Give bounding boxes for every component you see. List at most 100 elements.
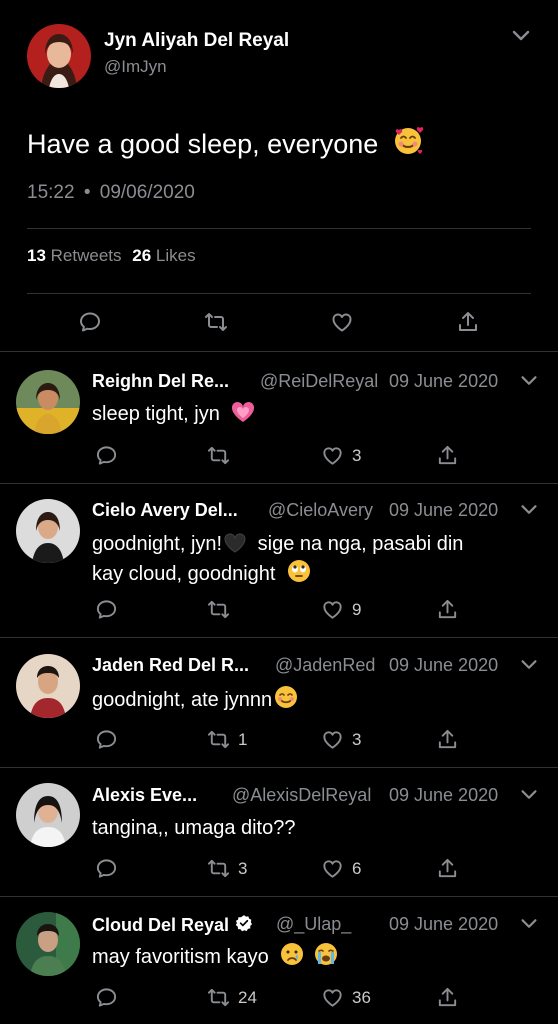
share-button[interactable] [436,857,459,880]
reply-text-row: goodnight, ate jynnn [92,685,298,718]
loudly-crying-face-icon [314,942,338,975]
retweet-button[interactable] [204,310,228,334]
divider [27,228,531,229]
author-name[interactable]: Jyn Aliyah Del Reyal [104,30,289,52]
share-icon [436,444,459,467]
retweet-button[interactable] [207,598,238,621]
reply-button[interactable] [95,986,126,1009]
reply-date: 09 June 2020 [389,500,499,520]
engagement-stats: 13 Retweets 26 Likes [27,246,196,266]
divider [27,293,531,294]
like-button[interactable]: 36 [321,986,371,1009]
retweet-button[interactable]: 1 [207,728,247,751]
likes-stat[interactable]: 26 Likes [132,246,195,265]
like-button[interactable] [330,310,354,334]
share-button[interactable] [456,310,480,334]
chevron-down-icon[interactable] [518,499,540,526]
reply-author-handle[interactable]: @ReiDelReyal [260,371,378,392]
verified-badge-icon [235,914,253,937]
reply-text: tangina,, umaga dito?? [92,817,296,839]
retweet-icon [207,728,230,751]
avatar[interactable] [16,912,80,976]
retweet-button[interactable]: 24 [207,986,257,1009]
divider [0,483,558,484]
reply-author[interactable]: Cloud Del Reyal [92,914,253,937]
reply-icon [78,310,102,334]
chevron-down-icon[interactable] [518,370,540,397]
chevron-down-icon[interactable] [518,654,540,681]
reply-icon [95,444,118,467]
share-button[interactable] [436,728,459,751]
retweet-icon [207,857,230,880]
reply-text: sige na nga, pasabi din [257,533,464,555]
reply-author-name[interactable]: Cielo Avery Del... [92,500,238,521]
reply-date: 09 June 2020 [389,371,499,391]
chevron-down-icon[interactable] [518,784,540,811]
reply-author-handle[interactable]: @JadenRed [275,655,375,676]
like-button[interactable]: 9 [321,598,361,621]
reply-text: goodnight, ate jynnn [92,689,273,711]
share-button[interactable] [436,598,459,621]
heart-icon [321,986,344,1009]
reply-button[interactable] [95,598,126,621]
divider [0,767,558,768]
retweet-count: 3 [238,858,248,878]
chevron-down-icon[interactable] [509,24,533,53]
likes-count: 26 [132,246,152,265]
retweet-count: 1 [238,729,248,749]
retweet-count: 24 [238,987,257,1007]
smiling-face-icon [274,685,298,718]
reply-author-name[interactable]: Cloud Del Reyal [92,915,229,936]
like-button[interactable]: 6 [321,857,361,880]
like-count: 6 [352,858,362,878]
avatar[interactable] [16,654,80,718]
reply-text: goodnight, jyn! [92,533,223,555]
avatar[interactable] [27,24,91,88]
reply-author-name[interactable]: Alexis Eve... [92,785,197,806]
reply-author-name[interactable]: Reighn Del Re... [92,371,229,392]
retweet-icon [207,598,230,621]
like-button[interactable]: 3 [321,728,361,751]
retweet-button[interactable]: 3 [207,857,247,880]
heart-icon [321,857,344,880]
retweets-label: Retweets [50,246,122,265]
retweets-count: 13 [27,246,46,265]
reply-author-name[interactable]: Jaden Red Del R... [92,655,249,676]
reply-text-line: kay cloud, goodnight [92,559,311,592]
reply-text-line: goodnight, jyn! sige na nga, pasabi din [92,530,463,562]
chevron-down-icon[interactable] [518,913,540,940]
share-icon [436,857,459,880]
reply-author-handle[interactable]: @AlexisDelReyal [232,785,371,806]
avatar[interactable] [16,370,80,434]
reply-button[interactable] [95,857,126,880]
divider [0,351,558,352]
reply-author-handle[interactable]: @CieloAvery [268,500,373,521]
avatar[interactable] [16,499,80,563]
share-button[interactable] [436,444,459,467]
share-button[interactable] [436,986,459,1009]
reply-author-handle[interactable]: @_Ulap_ [276,914,351,935]
avatar[interactable] [16,783,80,847]
reply-button[interactable] [95,728,126,751]
reply-text-row: sleep tight, jyn [92,400,255,432]
reply-text: kay cloud, goodnight [92,563,276,585]
heart-icon [321,728,344,751]
retweet-button[interactable] [207,444,238,467]
rolling-eyes-icon [287,559,311,592]
retweets-stat[interactable]: 13 Retweets [27,246,126,265]
author-handle[interactable]: @ImJyn [104,57,167,77]
reply-date: 09 June 2020 [389,655,499,675]
reply-button[interactable] [95,444,126,467]
share-icon [436,728,459,751]
reply-button[interactable] [78,310,102,334]
like-count: 3 [352,729,362,749]
reply-icon [95,598,118,621]
reply-text: sleep tight, jyn [92,403,220,425]
heart-icon [321,444,344,467]
share-icon [436,598,459,621]
heart-icon [321,598,344,621]
reply-icon [95,986,118,1009]
timestamp: 15:22 • 09/06/2020 [27,182,195,204]
like-button[interactable]: 3 [321,444,361,467]
smiling-face-with-hearts-icon [392,124,424,163]
